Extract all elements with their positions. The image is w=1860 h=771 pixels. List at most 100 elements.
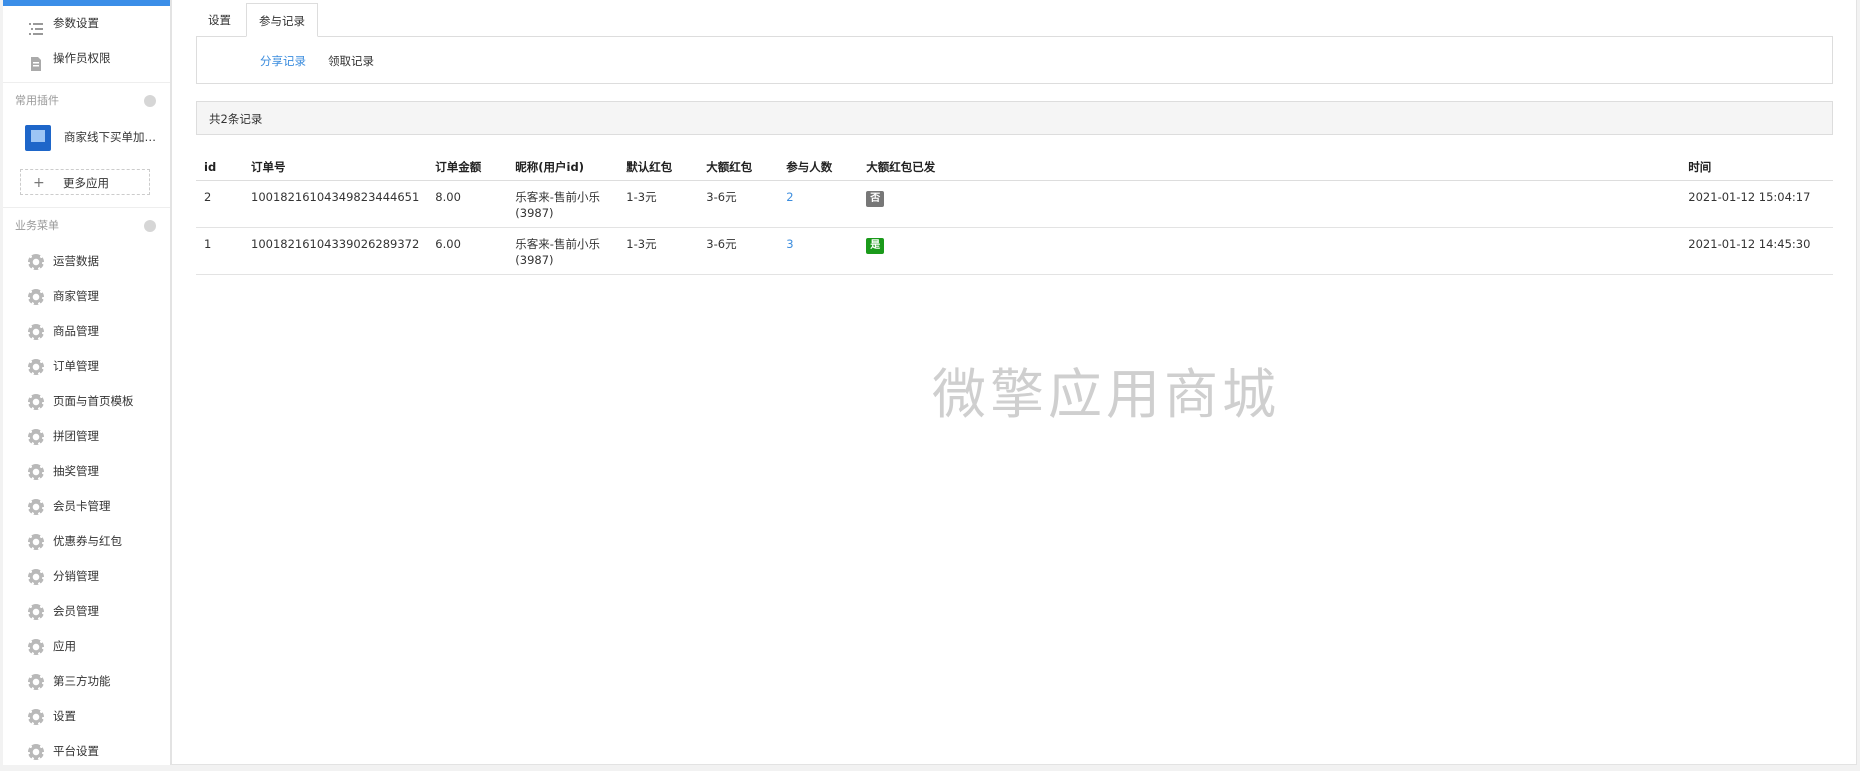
col-order-no: 订单号	[243, 154, 428, 181]
sidebar-menu-item[interactable]: 商家管理	[3, 279, 170, 314]
status-badge: 是	[866, 238, 885, 254]
sidebar-section-plugins: 常用插件	[3, 82, 170, 119]
nickname-text: 乐客来-售前小乐	[515, 190, 600, 204]
table-body: 2 10018216104349823444651 8.00 乐客来-售前小乐 (398…	[196, 180, 1833, 275]
plugin-label: 商家线下买单加独...	[64, 130, 164, 144]
sidebar-item-label: 运营数据	[53, 254, 99, 268]
plugin-item[interactable]: 商家线下买单加独...	[3, 119, 164, 169]
sidebar-menu-item[interactable]: 订单管理	[3, 349, 170, 384]
gear-icon	[28, 604, 44, 620]
table-header-row: id 订单号 订单金额 昵称(用户id) 默认红包 大额红包 参与人数 大额红包…	[196, 154, 1833, 181]
sidebar-item-label: 设置	[53, 709, 76, 723]
cell-participants: 2	[778, 180, 859, 228]
cell-time: 2021-01-12 14:45:30	[1680, 227, 1833, 275]
cell-id: 2	[196, 180, 243, 228]
tab-bar: 设置 参与记录	[196, 3, 321, 37]
cell-amount: 8.00	[427, 180, 508, 228]
sidebar-menu-item[interactable]: 设置	[3, 699, 170, 734]
plus-icon: +	[33, 175, 45, 191]
gear-icon	[28, 394, 44, 410]
section-title: 常用插件	[15, 94, 59, 107]
cell-default-packet: 1-3元	[618, 227, 699, 275]
sidebar-item-label: 分销管理	[53, 569, 99, 583]
cell-large-packet: 3-6元	[698, 227, 779, 275]
business-menu: 运营数据商家管理商品管理订单管理页面与首页模板 拼团管理抽奖管理会员卡管理优惠券与…	[3, 244, 170, 765]
gear-icon	[28, 639, 44, 655]
col-default-packet: 默认红包	[618, 154, 699, 181]
sidebar-menu-item[interactable]: 商品管理	[3, 314, 170, 349]
cell-large-packet: 3-6元	[698, 180, 779, 228]
sidebar-item-label: 商品管理	[53, 324, 99, 338]
sidebar-item-label: 第三方功能	[53, 674, 111, 688]
col-nickname: 昵称(用户id)	[507, 154, 619, 181]
main-panel: 设置 参与记录 分享记录 领取记录 共2条记录 id 订单号 订单金额 昵称(用…	[171, 0, 1857, 765]
watermark-text: 微擎应用商城	[932, 363, 1280, 426]
table-row: 2 10018216104349823444651 8.00 乐客来-售前小乐 (398…	[196, 180, 1833, 228]
user-id-text: (3987)	[515, 253, 554, 267]
sidebar-item-operator-permissions[interactable]: 操作员权限	[3, 41, 170, 76]
gear-icon	[28, 709, 44, 725]
sidebar-menu-item[interactable]: 应用	[3, 629, 170, 664]
sidebar-menu-item[interactable]: 平台设置	[3, 734, 170, 765]
section-title: 业务菜单	[15, 219, 59, 232]
gear-icon	[28, 254, 44, 270]
tab-settings[interactable]: 设置	[196, 3, 243, 37]
collapse-dot-icon[interactable]	[144, 220, 156, 232]
sidebar-item-label: 抽奖管理	[53, 464, 99, 478]
cell-default-packet: 1-3元	[618, 180, 699, 228]
sidebar-menu-item[interactable]: 会员管理	[3, 594, 170, 629]
sidebar-item-label: 会员管理	[53, 604, 99, 618]
sidebar-menu-item[interactable]: 分销管理	[3, 559, 170, 594]
participants-link[interactable]: 3	[786, 237, 793, 251]
col-id: id	[196, 154, 243, 181]
gear-icon	[28, 534, 44, 550]
cell-order-no: 10018216104349823444651	[243, 180, 428, 228]
cell-nickname: 乐客来-售前小乐 (3987)	[507, 227, 619, 275]
cell-amount: 6.00	[427, 227, 508, 275]
gear-icon	[28, 464, 44, 480]
gear-icon	[28, 744, 44, 760]
sidebar-item-label: 操作员权限	[53, 51, 111, 65]
cell-time: 2021-01-12 15:04:17	[1680, 180, 1833, 228]
sidebar-menu-item[interactable]: 优惠券与红包	[3, 524, 170, 559]
records-table: id 订单号 订单金额 昵称(用户id) 默认红包 大额红包 参与人数 大额红包…	[196, 154, 1833, 275]
sidebar-item-label: 优惠券与红包	[53, 534, 122, 548]
gear-icon	[28, 429, 44, 445]
subnav-share-records[interactable]: 分享记录	[260, 37, 306, 85]
gear-icon	[28, 499, 44, 515]
nickname-text: 乐客来-售前小乐	[515, 237, 600, 251]
col-large-packet: 大额红包	[698, 154, 779, 181]
cell-nickname: 乐客来-售前小乐 (3987)	[507, 180, 619, 228]
sidebar-menu-item[interactable]: 拼团管理	[3, 419, 170, 454]
sidebar-menu-item[interactable]: 第三方功能	[3, 664, 170, 699]
cell-large-sent: 否	[858, 180, 1681, 228]
plugin-app-icon	[25, 125, 51, 151]
cell-id: 1	[196, 227, 243, 275]
user-id-text: (3987)	[515, 206, 554, 220]
collapse-dot-icon[interactable]	[144, 95, 156, 107]
cell-large-sent: 是	[858, 227, 1681, 275]
sidebar-item-params[interactable]: 参数设置	[3, 6, 170, 41]
tab-participation-records[interactable]: 参与记录	[246, 3, 318, 37]
sidebar-menu-item[interactable]: 运营数据	[3, 244, 170, 279]
col-amount: 订单金额	[427, 154, 508, 181]
more-apps-label: 更多应用	[63, 176, 109, 190]
sidebar-item-label: 页面与首页模板	[53, 394, 134, 408]
subnav-claim-records[interactable]: 领取记录	[328, 37, 374, 85]
sidebar-item-label: 会员卡管理	[53, 499, 111, 513]
table-row: 1 10018216104339026289372 6.00 乐客来-售前小乐 (398…	[196, 227, 1833, 275]
more-apps-button[interactable]: + 更多应用	[20, 169, 150, 195]
cell-participants: 3	[778, 227, 859, 275]
participants-link[interactable]: 2	[786, 190, 793, 204]
sidebar-item-label: 拼团管理	[53, 429, 99, 443]
gear-icon	[28, 569, 44, 585]
col-participants: 参与人数	[778, 154, 859, 181]
gear-icon	[28, 674, 44, 690]
sub-navigation: 分享记录 领取记录	[196, 36, 1833, 84]
sidebar-section-business: 业务菜单	[3, 207, 170, 244]
sidebar-item-label: 参数设置	[53, 16, 99, 30]
sidebar-menu-item[interactable]: 会员卡管理	[3, 489, 170, 524]
sidebar-item-label: 平台设置	[53, 744, 99, 758]
sidebar-menu-item[interactable]: 页面与首页模板	[3, 384, 170, 419]
sidebar-menu-item[interactable]: 抽奖管理	[3, 454, 170, 489]
